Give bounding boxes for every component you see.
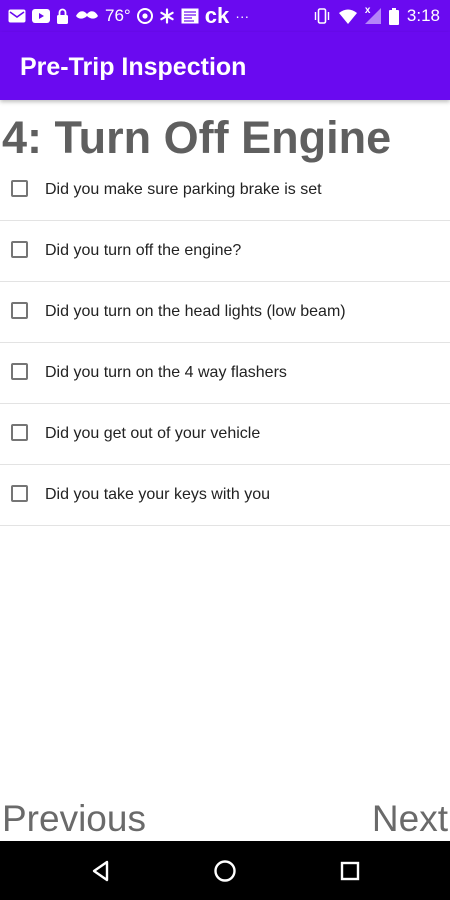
checklist-item-label: Did you turn on the head lights (low bea…	[45, 303, 346, 320]
system-nav-bar	[0, 841, 450, 900]
checklist-item[interactable]: Did you make sure parking brake is set	[0, 160, 450, 221]
step-heading: 4: Turn Off Engine	[2, 112, 392, 163]
inspection-checklist: Did you make sure parking brake is set D…	[0, 160, 450, 526]
home-icon[interactable]	[212, 858, 238, 884]
system-status-icons: x 3:18	[313, 5, 440, 26]
checkbox[interactable]	[11, 424, 28, 441]
notification-icons: 76° ck ···	[8, 3, 250, 28]
checkbox[interactable]	[11, 302, 28, 319]
mustache-icon	[75, 10, 99, 22]
back-icon[interactable]	[88, 858, 114, 884]
news-icon	[181, 8, 199, 24]
checklist-item-label: Did you make sure parking brake is set	[45, 181, 322, 198]
recents-icon[interactable]	[337, 858, 363, 884]
checklist-item[interactable]: Did you take your keys with you	[0, 465, 450, 526]
signal-icon: x	[364, 5, 381, 24]
youtube-icon	[32, 9, 50, 23]
clock-time: 3:18	[406, 6, 440, 25]
temperature-text: 76°	[105, 6, 131, 25]
checkbox[interactable]	[11, 241, 28, 258]
overflow-dots: ···	[235, 8, 250, 24]
checklist-item[interactable]: Did you get out of your vehicle	[0, 404, 450, 465]
vibrate-icon	[313, 8, 331, 24]
signal-badge: x	[364, 5, 371, 16]
battery-icon	[388, 7, 399, 25]
asterisk-icon	[159, 8, 175, 24]
checklist-item-label: Did you get out of your vehicle	[45, 425, 261, 442]
checkbox[interactable]	[11, 363, 28, 380]
checklist-item[interactable]: Did you turn on the 4 way flashers	[0, 343, 450, 404]
app-title: Pre-Trip Inspection	[20, 53, 247, 81]
checklist-item[interactable]: Did you turn on the head lights (low bea…	[0, 282, 450, 343]
brand-text: ck	[204, 3, 230, 28]
checklist-item[interactable]: Did you turn off the engine?	[0, 221, 450, 282]
checkbox[interactable]	[11, 485, 28, 502]
checklist-item-label: Did you take your keys with you	[45, 486, 270, 503]
wifi-icon	[338, 9, 357, 24]
status-bar: 76° ck ··· x 3:18	[0, 0, 450, 32]
previous-button[interactable]: Previous	[2, 798, 146, 840]
checkbox[interactable]	[11, 180, 28, 197]
lock-icon	[56, 8, 69, 24]
chrome-icon	[136, 8, 153, 24]
app-bar: Pre-Trip Inspection	[0, 32, 450, 100]
checklist-item-label: Did you turn on the 4 way flashers	[45, 364, 287, 381]
checklist-item-label: Did you turn off the engine?	[45, 242, 242, 259]
next-button[interactable]: Next	[372, 798, 448, 840]
mail-icon	[8, 9, 26, 23]
